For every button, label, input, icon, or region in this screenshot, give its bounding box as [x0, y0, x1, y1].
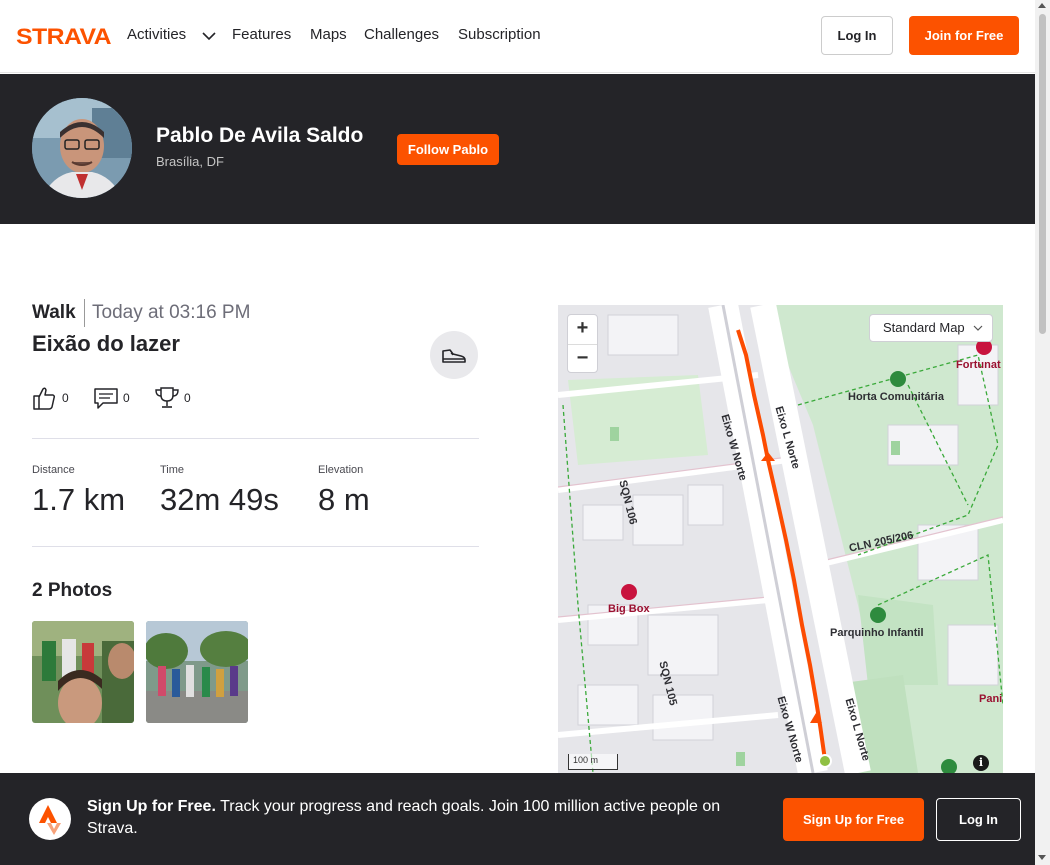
- map-poi-label: Parquinho Infantil: [830, 627, 924, 639]
- divider: [32, 546, 479, 547]
- activity-type: Walk: [32, 302, 76, 323]
- stat-distance-value: 1.7 km: [32, 482, 126, 517]
- athlete-header: Pablo De Avila Saldo Brasília, DF Follow…: [0, 74, 1035, 224]
- join-button[interactable]: Join for Free: [909, 16, 1019, 55]
- zoom-controls: + −: [567, 314, 598, 373]
- follow-button[interactable]: Follow Pablo: [397, 134, 499, 165]
- nav-features[interactable]: Features: [232, 26, 291, 43]
- achievements-count: 0: [184, 391, 191, 405]
- signup-banner: Sign Up for Free. Track your progress an…: [0, 773, 1035, 865]
- scroll-down-icon[interactable]: [1038, 855, 1046, 860]
- stat-elevation-label: Elevation: [318, 464, 364, 476]
- comment-icon: [94, 388, 118, 409]
- nav-challenges[interactable]: Challenges: [364, 26, 439, 43]
- chevron-down-icon: [973, 325, 983, 331]
- comments-button[interactable]: 0: [93, 385, 133, 411]
- kudos-button[interactable]: 0: [32, 385, 72, 411]
- scroll-thumb[interactable]: [1039, 14, 1046, 334]
- banner-message: Sign Up for Free. Track your progress an…: [87, 796, 757, 840]
- map-poi-label: Pani: [979, 693, 1003, 705]
- top-nav: STRAVA Activities Features Maps Challeng…: [0, 0, 1035, 73]
- stat-distance-label: Distance: [32, 464, 75, 476]
- athlete-name[interactable]: Pablo De Avila Saldo: [156, 124, 363, 148]
- map-scale: 100 m: [568, 754, 618, 770]
- nav-subscription[interactable]: Subscription: [458, 26, 541, 43]
- strava-logo[interactable]: STRAVA: [16, 26, 112, 46]
- divider: [32, 438, 479, 439]
- divider: [84, 299, 85, 327]
- page-scrollbar[interactable]: [1035, 0, 1050, 865]
- zoom-in-button[interactable]: +: [568, 315, 597, 344]
- activity-time: Today at 03:16 PM: [92, 302, 251, 323]
- login-button[interactable]: Log In: [821, 16, 893, 55]
- gear-shoe-button[interactable]: [430, 331, 478, 379]
- photo-thumbnail[interactable]: [146, 621, 248, 723]
- activity-title: Eixão do lazer: [32, 331, 180, 356]
- kudos-count: 0: [62, 391, 69, 405]
- map-style-label: Standard Map: [883, 320, 965, 335]
- map-poi-label: Fortunat: [956, 359, 1001, 371]
- athlete-location: Brasília, DF: [156, 154, 224, 169]
- shoe-icon: [442, 349, 466, 363]
- stat-elevation-value: 8 m: [318, 482, 370, 517]
- svg-text:STRAVA: STRAVA: [16, 26, 112, 46]
- zoom-out-button[interactable]: −: [568, 345, 597, 374]
- photos-heading: 2 Photos: [32, 580, 113, 601]
- activity-map[interactable]: Eixo L Norte Eixo W Norte SQN 106 Horta …: [558, 305, 1003, 773]
- comments-count: 0: [123, 391, 130, 405]
- athlete-avatar[interactable]: [32, 98, 132, 198]
- map-style-select[interactable]: Standard Map: [869, 314, 993, 342]
- banner-headline: Sign Up for Free.: [87, 798, 216, 815]
- nav-maps[interactable]: Maps: [310, 26, 347, 43]
- map-poi-label: Big Box: [608, 603, 650, 615]
- stat-time-label: Time: [160, 464, 185, 476]
- banner-login-button[interactable]: Log In: [936, 798, 1021, 841]
- scroll-up-icon[interactable]: [1038, 3, 1046, 8]
- banner-signup-button[interactable]: Sign Up for Free: [783, 798, 924, 841]
- achievements-button[interactable]: 0: [154, 385, 194, 411]
- nav-activities[interactable]: Activities: [127, 26, 186, 43]
- trophy-icon: [155, 387, 179, 408]
- strava-logo-icon: [29, 798, 71, 840]
- thumbs-up-icon: [33, 387, 56, 410]
- map-poi-label: Horta Comunitária: [848, 391, 944, 403]
- stat-time-value: 32m 49s: [160, 482, 279, 517]
- photo-thumbnail[interactable]: [32, 621, 134, 723]
- chevron-down-icon[interactable]: [201, 29, 217, 43]
- info-icon[interactable]: i: [973, 755, 989, 771]
